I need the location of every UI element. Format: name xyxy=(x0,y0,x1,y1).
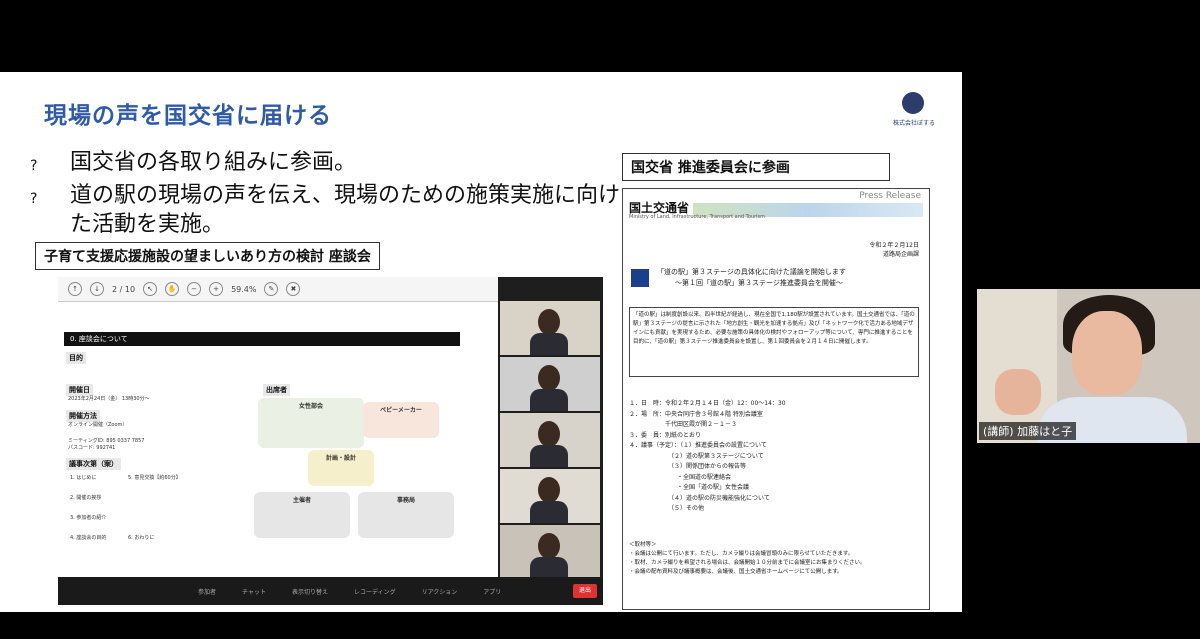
release-notes: ＜取材等＞ ・会議は公開にて行います。ただし、カメラ撮りは会議冒頭のみに限らせて… xyxy=(629,541,925,577)
cursor-icon[interactable]: ↖ xyxy=(143,282,158,296)
bullet-marker-icon: ? xyxy=(30,158,38,174)
meeting-id: ミーティングID: 895 0337 7857 xyxy=(68,438,145,444)
leave-button[interactable]: 退出 xyxy=(573,584,597,598)
zoom-in-icon[interactable]: + xyxy=(209,282,224,296)
method-text: オンライン開催（Zoom） xyxy=(68,422,128,428)
note-line: ＜取材等＞ xyxy=(629,542,657,548)
presenter-webcam: (講師) 加藤はと子 xyxy=(977,289,1200,443)
agenda-item: 5. 意見交換【約60分】 xyxy=(128,475,181,481)
pdf-toolbar: ↑ ↓ 2 / 10 ↖ ✋ − + 59.4% ✎ ✖ xyxy=(58,277,508,302)
participants-button[interactable]: 参加者 xyxy=(198,587,216,596)
presenter-name-label: (講師) 加藤はと子 xyxy=(979,422,1077,440)
list-item: ４．議事（予定）：（１）推進委員会の設置について xyxy=(629,442,767,449)
list-item: ・全国「道の駅」女性会議 xyxy=(629,484,750,491)
doc-header: 0. 座談会について xyxy=(64,332,460,346)
zoom-control-bar: 参加者 チャット 表示切り替え レコーディング リアクション アプリ xyxy=(58,577,603,605)
agenda-item: 6. おわりに xyxy=(128,535,155,541)
zoom-level: 59.4% xyxy=(231,284,257,294)
release-items: １．日 時：令和２年２月１４日（金）12：00～14：30 ２．場 所：中央合同… xyxy=(629,399,919,515)
list-item: （２）道の駅第３ステージについて xyxy=(629,452,764,460)
note-line: ・会議の配布資料及び議事概要は、会議後、国土交通省ホームページにて公開します。 xyxy=(629,569,843,575)
logo-caption: 株式会社ぼする xyxy=(892,120,935,127)
headline-main: 「道の駅」第３ステージの具体化に向けた議論を開始します xyxy=(657,268,846,276)
pdf-page: 0. 座談会について 目的 開催日 2023年2月24日（金） 13時30分～ … xyxy=(58,302,498,577)
company-logo: 株式会社ぼする xyxy=(892,92,936,136)
list-item: 千代田区霞が関２－１－３ xyxy=(629,421,738,428)
page-down-icon[interactable]: ↓ xyxy=(90,282,104,296)
agenda-item: 1. はじめに xyxy=(70,475,97,481)
attendees-heading: 出席者 xyxy=(263,384,290,396)
section-heading: 開催日 xyxy=(66,384,93,396)
press-release-document: Press Release 国土交通省 Ministry of Land, In… xyxy=(622,188,930,610)
date-line: 令和２年２月12日 xyxy=(869,242,919,249)
committee-label: 国交省 推進委員会に参画 xyxy=(622,153,890,181)
note-line: ・取材、カメラ撮りを希望される場合は、会議開始１０分前までに会議室にお集まりくだ… xyxy=(629,560,866,566)
bullet-text: 道の駅の現場の声を伝え、現場のための施策実施に向けた活動を実施。 xyxy=(70,183,621,237)
presentation-slide: 現場の声を国交省に届ける 株式会社ぼする ? 国交省の各取り組みに参画。 ? 道… xyxy=(0,72,962,612)
roundtable-label: 子育て支援応援施設の望ましいあり方の検討 座談会 xyxy=(35,242,380,270)
recording-button[interactable]: レコーディング xyxy=(354,587,396,596)
trash-icon[interactable]: ✖ xyxy=(286,282,301,296)
slide-title: 現場の声を国交省に届ける xyxy=(44,103,332,129)
section-heading: 目的 xyxy=(66,352,86,364)
participant-video[interactable] xyxy=(500,357,600,411)
section-heading: 開催方法 xyxy=(66,410,100,422)
list-item: （３）関係団体からの報告等 xyxy=(629,463,747,470)
list-item: ３．委 員：別紙のとおり xyxy=(629,431,702,439)
participant-video[interactable] xyxy=(500,525,600,579)
passcode: パスコード: 992741 xyxy=(68,445,116,451)
release-headline: 「道の駅」第３ステージの具体化に向けた議論を開始します ～第１回「道の駅」第３ス… xyxy=(657,267,917,289)
bullet-text: 国交省の各取り組みに参画。 xyxy=(70,150,357,175)
press-release-label: Press Release xyxy=(859,191,921,201)
comment-icon[interactable]: ✎ xyxy=(264,282,279,296)
release-date: 令和２年２月12日 道路局企画課 xyxy=(869,241,919,259)
apps-button[interactable]: アプリ xyxy=(483,587,501,596)
list-item: （４）道の駅の防災機能強化について xyxy=(629,494,770,502)
hand-icon[interactable]: ✋ xyxy=(165,282,180,296)
org-women: 女性部会 xyxy=(258,398,364,448)
participant-video[interactable] xyxy=(500,469,600,523)
bullet-marker-icon: ? xyxy=(30,191,38,207)
logo-mark-icon xyxy=(902,92,924,114)
org-facilitator: 計画・設計 xyxy=(308,450,374,486)
bullet-list: ? 国交省の各取り組みに参画。 ? 道の駅の現場の声を伝え、現場のための施策実施… xyxy=(30,148,640,239)
list-item: １．日 時：令和２年２月１４日（金）12：00～14：30 xyxy=(629,400,786,407)
date-text: 2023年2月24日（金） 13時30分～ xyxy=(68,396,150,402)
note-line: ・会議は公開にて行います。ただし、カメラ撮りは会議冒頭のみに限らせていただきます… xyxy=(629,551,854,557)
org-secretariat: 事務局 xyxy=(358,492,454,538)
org-chair: 主催者 xyxy=(254,492,350,538)
zoom-out-icon[interactable]: − xyxy=(187,282,202,296)
bullet-item: ? 道の駅の現場の声を伝え、現場のための施策実施に向けた活動を実施。 xyxy=(30,181,640,239)
ministry-name-en: Ministry of Land, Infrastructure, Transp… xyxy=(629,214,766,220)
reaction-button[interactable]: リアクション xyxy=(422,587,458,596)
zoom-meeting-screenshot: ↑ ↓ 2 / 10 ↖ ✋ − + 59.4% ✎ ✖ 0. 座談会について … xyxy=(58,277,603,605)
list-item: ・全国道の駅連絡会 xyxy=(629,473,732,481)
presenter-face xyxy=(1072,311,1142,395)
agenda-item: 2. 開催の挨拶 xyxy=(70,495,102,501)
headline-sub: ～第１回「道の駅」第３ステージ推進委員会を開催～ xyxy=(675,279,843,287)
list-item: （５）その他 xyxy=(629,505,705,512)
agenda-item: 4. 座談会の目的 xyxy=(70,535,107,541)
chat-button[interactable]: チャット xyxy=(242,587,266,596)
department-line: 道路局企画課 xyxy=(882,251,919,258)
view-switch-button[interactable]: 表示切り替え xyxy=(292,587,328,596)
participant-video[interactable] xyxy=(500,301,600,355)
participant-video[interactable] xyxy=(500,413,600,467)
page-up-icon[interactable]: ↑ xyxy=(68,282,82,296)
section-heading: 議事次第（案） xyxy=(66,458,121,470)
list-item: ２．場 所：中央合同庁舎３号館４階 特別会議室 xyxy=(629,410,763,418)
page-indicator: 2 / 10 xyxy=(112,284,136,294)
participant-gallery xyxy=(498,277,603,579)
bullet-item: ? 国交省の各取り組みに参画。 xyxy=(30,148,640,181)
agenda-item: 3. 参加者の紹介 xyxy=(70,515,107,521)
org-babymaker: ベビーメーカー xyxy=(363,402,439,438)
presenter-hand xyxy=(995,369,1041,415)
michi-no-eki-icon xyxy=(631,269,649,287)
release-lead: 「道の駅」は制度創設以来、四半世紀が経過し、現在全国で1,180駅が設置されてい… xyxy=(629,307,919,377)
